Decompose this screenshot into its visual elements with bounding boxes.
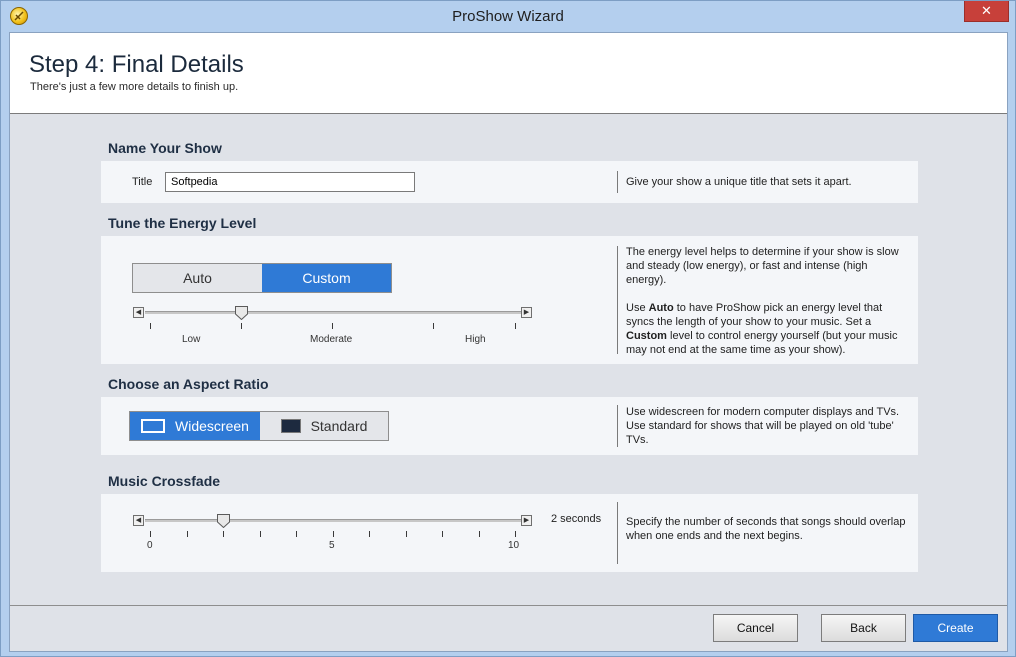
energy-divider (617, 246, 618, 354)
energy-auto-button[interactable]: Auto (133, 264, 262, 292)
close-icon: ✕ (981, 3, 992, 18)
crossfade-tick (515, 531, 516, 537)
title-field-label: Title (132, 176, 153, 188)
energy-help-text: The energy level helps to determine if y… (626, 245, 910, 357)
widescreen-icon (141, 419, 166, 433)
energy-tick (150, 323, 151, 329)
crossfade-tick-label-max: 10 (508, 540, 520, 551)
aspect-widescreen-button[interactable]: Widescreen (130, 412, 260, 440)
aspect-ratio-toggle: Widescreen Standard (129, 411, 389, 441)
crossfade-slider-thumb[interactable] (217, 514, 230, 528)
energy-mode-toggle: Auto Custom (132, 263, 392, 293)
energy-tick-label-high: High (465, 334, 486, 345)
energy-slider-right-arrow[interactable]: ▶ (521, 307, 532, 318)
energy-tick (515, 323, 516, 329)
wizard-window: ProShow Wizard ✕ Step 4: Final Details T… (0, 0, 1016, 657)
energy-tick-label-low: Low (182, 334, 201, 345)
energy-tick-label-moderate: Moderate (310, 334, 353, 345)
crossfade-tick-label-mid: 5 (329, 540, 335, 551)
aspect-help-text: Use widescreen for modern computer displ… (626, 406, 900, 446)
crossfade-slider-track[interactable] (145, 519, 521, 522)
standard-icon (280, 419, 301, 433)
crossfade-tick (406, 531, 407, 537)
title-bar[interactable]: ProShow Wizard ✕ (1, 1, 1015, 32)
energy-custom-button[interactable]: Custom (262, 264, 391, 292)
crossfade-help-text: Specify the number of seconds that songs… (626, 516, 906, 542)
energy-help-paragraph-1: The energy level helps to determine if y… (626, 246, 899, 286)
crossfade-tick (187, 531, 188, 537)
page-title: Step 4: Final Details (29, 51, 244, 78)
crossfade-tick (333, 531, 334, 537)
name-help-text: Give your show a unique title that sets … (626, 176, 852, 188)
crossfade-tick (296, 531, 297, 537)
crossfade-slider-right-arrow[interactable]: ▶ (521, 515, 532, 526)
show-title-input[interactable] (165, 172, 415, 192)
aspect-divider (617, 405, 618, 447)
standard-label: Standard (310, 418, 368, 434)
energy-panel: Auto Custom ◀ ▶ Low Moderate High The en… (101, 236, 918, 364)
create-button[interactable]: Create (913, 614, 998, 642)
aspect-standard-button[interactable]: Standard (260, 412, 388, 440)
energy-help-paragraph-2: Use Auto to have ProShow pick an energy … (626, 302, 898, 356)
crossfade-tick (369, 531, 370, 537)
crossfade-tick (150, 531, 151, 537)
wizard-client-area: Step 4: Final Details There's just a few… (9, 32, 1008, 652)
crossfade-divider (617, 502, 618, 564)
cancel-button[interactable]: Cancel (713, 614, 798, 642)
crossfade-tick (479, 531, 480, 537)
name-panel: Title Give your show a unique title that… (101, 161, 918, 203)
crossfade-value-readout: 2 seconds (551, 513, 602, 525)
aspect-panel: Widescreen Standard Use widescreen for m… (101, 397, 918, 455)
name-section-heading: Name Your Show (108, 140, 222, 156)
step-header: Step 4: Final Details There's just a few… (10, 33, 1007, 114)
crossfade-slider-left-arrow[interactable]: ◀ (133, 515, 144, 526)
window-title: ProShow Wizard (452, 8, 564, 25)
crossfade-section-heading: Music Crossfade (108, 473, 221, 489)
close-window-button[interactable]: ✕ (964, 1, 1009, 22)
footer-divider (10, 605, 1007, 606)
energy-tick (241, 323, 242, 329)
crossfade-tick-label-min: 0 (147, 540, 153, 551)
crossfade-tick (223, 531, 224, 537)
aspect-section-heading: Choose an Aspect Ratio (108, 376, 269, 392)
energy-section-heading: Tune the Energy Level (108, 215, 257, 231)
energy-slider-left-arrow[interactable]: ◀ (133, 307, 144, 318)
crossfade-tick (442, 531, 443, 537)
energy-tick (433, 323, 434, 329)
back-button[interactable]: Back (821, 614, 906, 642)
page-subtitle: There's just a few more details to finis… (30, 81, 239, 93)
crossfade-panel: ◀ ▶ 0 5 10 2 seconds Specify the number … (101, 494, 918, 572)
energy-slider-thumb[interactable] (235, 306, 248, 320)
crossfade-tick (260, 531, 261, 537)
name-divider (617, 171, 618, 193)
energy-slider-track[interactable] (145, 311, 521, 314)
widescreen-label: Widescreen (175, 418, 249, 434)
energy-tick (332, 323, 333, 329)
